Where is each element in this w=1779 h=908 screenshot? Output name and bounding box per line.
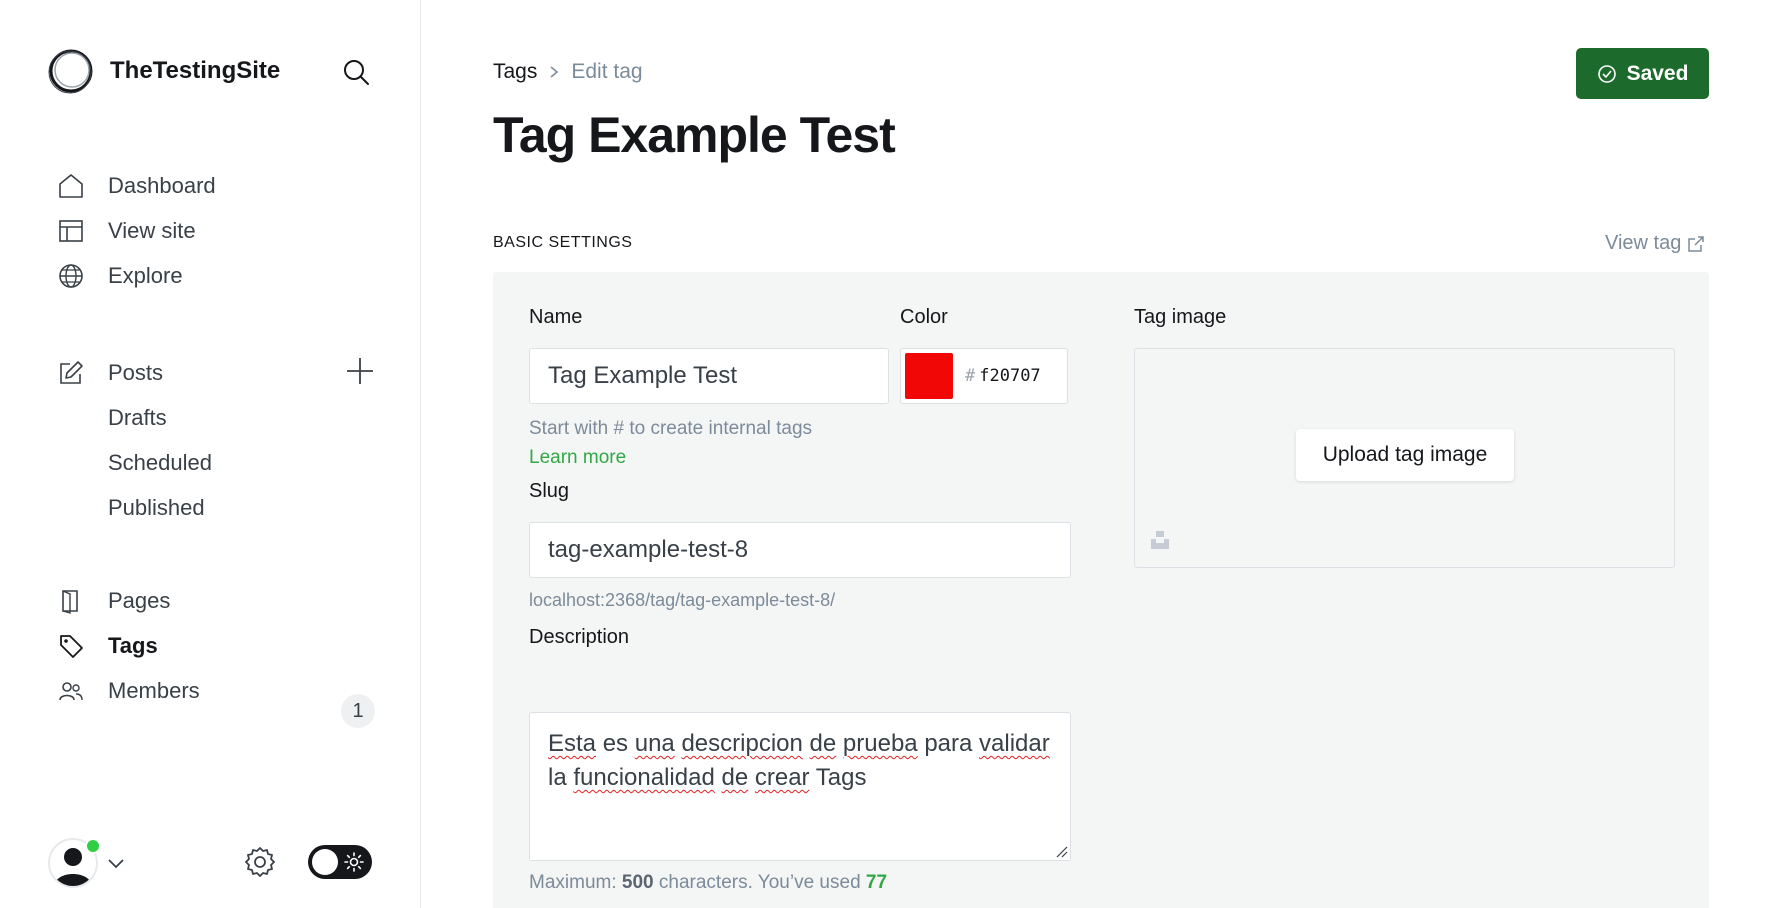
nav-label: Drafts <box>108 405 167 430</box>
hash-prefix: # <box>965 366 976 386</box>
counter-max: 500 <box>621 872 654 893</box>
brand[interactable]: TheTestingSite <box>48 48 280 94</box>
nav-pages[interactable]: Pages <box>56 581 170 621</box>
resize-handle-icon[interactable] <box>1054 844 1068 858</box>
desc-word: una <box>634 730 675 757</box>
breadcrumb: Tags Edit tag <box>493 60 643 84</box>
slug-label: Slug <box>529 480 570 502</box>
tag-image-dropzone[interactable]: Upload tag image <box>1134 348 1675 568</box>
nav-label: Tags <box>108 633 158 658</box>
tag-image-label: Tag image <box>1134 306 1227 328</box>
counter-used: 77 <box>865 872 888 893</box>
slug-url-preview: localhost:2368/tag/tag-example-test-8/ <box>529 590 836 610</box>
nav-label: Pages <box>108 588 171 613</box>
desc-word: de <box>809 730 837 757</box>
nav-explore[interactable]: Explore <box>56 256 183 296</box>
section-title: BASIC SETTINGS <box>493 234 633 251</box>
settings-button[interactable] <box>243 845 277 879</box>
desc-word: Esta <box>548 730 597 757</box>
nav-posts[interactable]: Posts <box>56 353 163 393</box>
online-status-dot <box>85 838 101 854</box>
users-icon <box>56 676 86 706</box>
nav-label: Posts <box>108 360 164 385</box>
nav-label: Published <box>108 495 205 520</box>
desc-word: Tags <box>815 764 867 791</box>
unsplash-icon[interactable] <box>1149 529 1171 551</box>
theme-toggle[interactable] <box>308 845 372 879</box>
search-icon <box>344 60 369 85</box>
upload-tag-image-button[interactable]: Upload tag image <box>1296 429 1514 481</box>
site-logo-icon <box>48 49 93 94</box>
breadcrumb-current: Edit tag <box>571 60 643 83</box>
description-textarea[interactable]: Esta es una descripcion de prueba para v… <box>529 712 1071 861</box>
desc-word: funcionalidad <box>573 764 715 791</box>
nav-label: View site <box>108 218 196 243</box>
globe-icon <box>56 261 86 291</box>
desc-word: descripcion <box>681 730 803 757</box>
color-hex-value: f20707 <box>979 366 1041 386</box>
members-count-badge: 1 <box>341 694 375 728</box>
color-field: # f20707 <box>900 348 1068 404</box>
nav-tags[interactable]: Tags <box>56 626 158 666</box>
desc-word: para <box>924 730 973 757</box>
character-counter: Maximum: 500 characters. You’ve used 77 <box>529 872 887 894</box>
counter-mid: characters. You’ve used <box>658 872 861 893</box>
search-button[interactable] <box>339 55 373 89</box>
chevron-down-icon <box>108 859 124 869</box>
chevron-right-icon <box>550 66 559 78</box>
gear-icon <box>245 847 275 877</box>
home-icon <box>56 171 86 201</box>
nav-label: Dashboard <box>108 173 216 198</box>
external-link-icon <box>1688 235 1705 252</box>
counter-prefix: Maximum: <box>529 872 617 893</box>
nav-label: Scheduled <box>108 450 212 475</box>
breadcrumb-tags-link[interactable]: Tags <box>493 60 537 84</box>
desc-word: validar <box>979 730 1050 757</box>
desc-word: prueba <box>842 730 918 757</box>
pencil-icon <box>56 358 86 388</box>
nav-dashboard[interactable]: Dashboard <box>56 166 216 206</box>
main-content: Tags Edit tag Tag Example Test Saved BAS… <box>421 0 1779 908</box>
nav-view-site[interactable]: View site <box>56 211 196 251</box>
nav-members[interactable]: Members <box>56 671 200 711</box>
desc-word: la <box>548 764 567 791</box>
desc-word: crear <box>754 764 810 791</box>
nav-label: Explore <box>108 263 183 288</box>
color-hex-input[interactable]: # f20707 <box>957 349 1041 403</box>
nav-published[interactable]: Published <box>108 488 205 528</box>
color-swatch[interactable] <box>905 353 953 399</box>
learn-more-link[interactable]: Learn more <box>529 447 626 469</box>
name-hint: Start with # to create internal tags <box>529 418 813 439</box>
save-button-label: Saved <box>1626 61 1689 85</box>
description-label: Description <box>529 626 630 648</box>
view-tag-link[interactable]: View tag <box>1605 232 1705 255</box>
name-label: Name <box>529 306 583 328</box>
nav-drafts[interactable]: Drafts <box>108 398 167 438</box>
nav-scheduled[interactable]: Scheduled <box>108 443 212 483</box>
check-circle-icon <box>1597 64 1616 83</box>
desc-word: es <box>602 730 629 757</box>
basic-settings-panel: Name Tag Example Test Start with # to cr… <box>493 272 1709 908</box>
color-label: Color <box>900 306 948 328</box>
toggle-knob <box>312 849 338 875</box>
desc-word: de <box>721 764 749 791</box>
plus-icon <box>347 358 373 384</box>
sidebar: TheTestingSite Dashboard View site Explo… <box>0 0 421 908</box>
sun-icon <box>344 852 364 872</box>
slug-input[interactable]: tag-example-test-8 <box>529 522 1071 578</box>
site-name: TheTestingSite <box>110 57 281 84</box>
view-tag-label: View tag <box>1605 232 1682 254</box>
name-input[interactable]: Tag Example Test <box>529 348 889 404</box>
page-icon <box>56 586 86 616</box>
nav-label: Members <box>108 678 200 703</box>
page-title: Tag Example Test <box>493 107 896 163</box>
new-post-button[interactable] <box>344 355 376 387</box>
tag-icon <box>56 631 86 661</box>
layout-icon <box>56 216 86 246</box>
save-button[interactable]: Saved <box>1576 48 1709 99</box>
